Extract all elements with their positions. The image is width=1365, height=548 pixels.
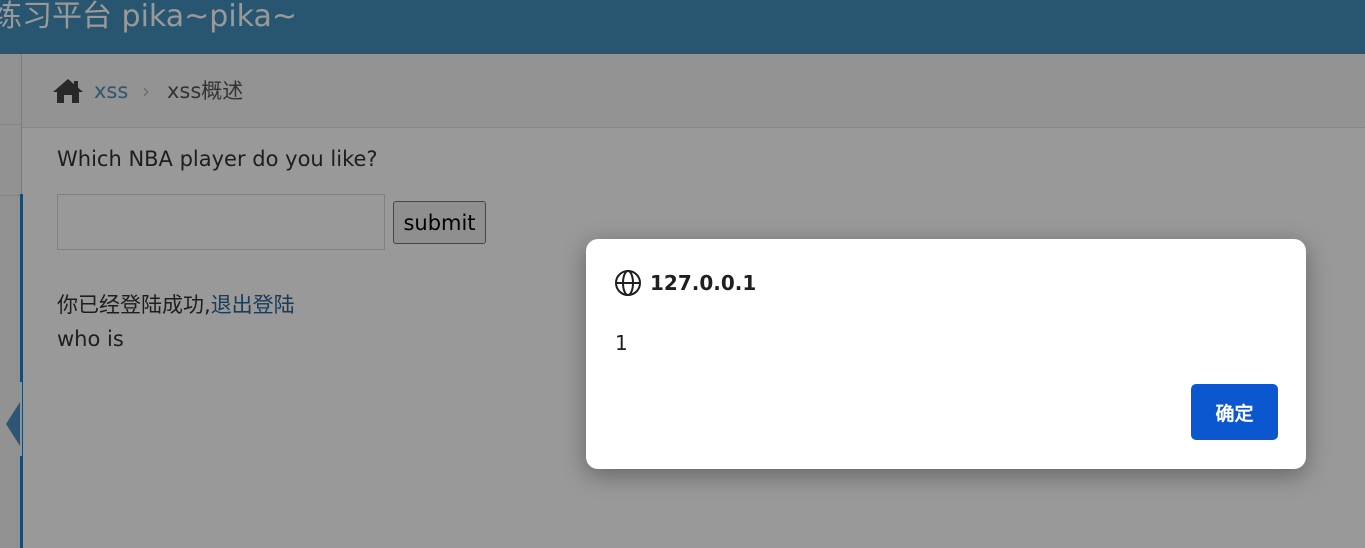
ok-button[interactable]: 确定 [1191,384,1278,440]
dialog-message: 1 [615,331,628,355]
alert-dialog: 127.0.0.1 1 确定 [586,239,1306,469]
page: 练习平台 pika~pika~ xss › xss概述 Which NBA pl… [0,0,1365,548]
dialog-origin: 127.0.0.1 [650,271,757,295]
globe-icon [615,270,641,296]
